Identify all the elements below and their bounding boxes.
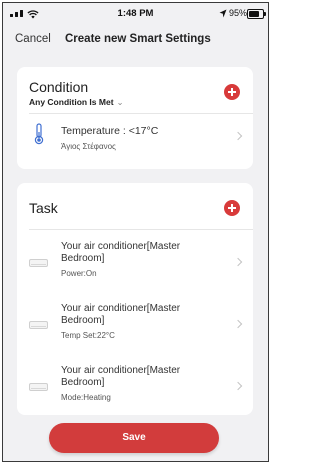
task-item-action: Temp Set:22°C (61, 331, 115, 340)
save-button[interactable]: Save (49, 423, 219, 453)
condition-card: Condition Any Condition Is Met ⌄ Temperat… (17, 67, 253, 169)
condition-mode-selector[interactable]: Any Condition Is Met ⌄ (29, 97, 124, 108)
condition-mode-label: Any Condition Is Met (29, 97, 114, 107)
task-item-device: Your air conditioner[Master Bedroom] (61, 241, 181, 264)
location-arrow-icon (219, 9, 227, 18)
air-conditioner-icon (29, 259, 48, 267)
condition-item[interactable]: Temperature : <17°C Άγιος Στέφανος (17, 113, 253, 165)
task-title: Task (29, 200, 58, 216)
chevron-down-icon: ⌄ (116, 97, 124, 107)
air-conditioner-icon (29, 383, 48, 391)
chevron-right-icon (233, 319, 243, 329)
task-item-action: Mode:Heating (61, 393, 111, 402)
task-item[interactable]: Your air conditioner[Master Bedroom] Powe… (17, 239, 253, 301)
chevron-right-icon (233, 381, 243, 391)
battery-percent: 95% (229, 8, 248, 18)
cancel-button[interactable]: Cancel (15, 33, 51, 45)
condition-item-location: Άγιος Στέφανος (61, 142, 116, 151)
chevron-right-icon (233, 131, 243, 141)
task-item-device: Your air conditioner[Master Bedroom] (61, 365, 181, 388)
chevron-right-icon (233, 257, 243, 267)
thermometer-icon (34, 123, 44, 145)
add-task-button[interactable] (224, 200, 240, 216)
task-item-action: Power:On (61, 269, 97, 278)
condition-title: Condition (29, 79, 89, 95)
bottom-bar: Save (3, 415, 268, 461)
phone-screen: 1:48 PM 95% Cancel Create new Smart Sett… (2, 2, 269, 462)
task-item[interactable]: Your air conditioner[Master Bedroom] Temp… (17, 301, 253, 363)
air-conditioner-icon (29, 321, 48, 329)
task-item[interactable]: Your air conditioner[Master Bedroom] Mode… (17, 363, 253, 415)
task-item-device: Your air conditioner[Master Bedroom] (61, 303, 181, 326)
condition-item-label: Temperature : <17°C (61, 125, 159, 137)
battery-icon (247, 9, 266, 19)
add-condition-button[interactable] (224, 84, 240, 100)
page-title: Create new Smart Settings (65, 33, 211, 45)
nav-bar: Cancel Create new Smart Settings (3, 27, 268, 53)
task-card: Task Your air conditioner[Master Bedroom]… (17, 183, 253, 415)
status-bar: 1:48 PM 95% (3, 3, 268, 25)
divider (29, 229, 253, 230)
